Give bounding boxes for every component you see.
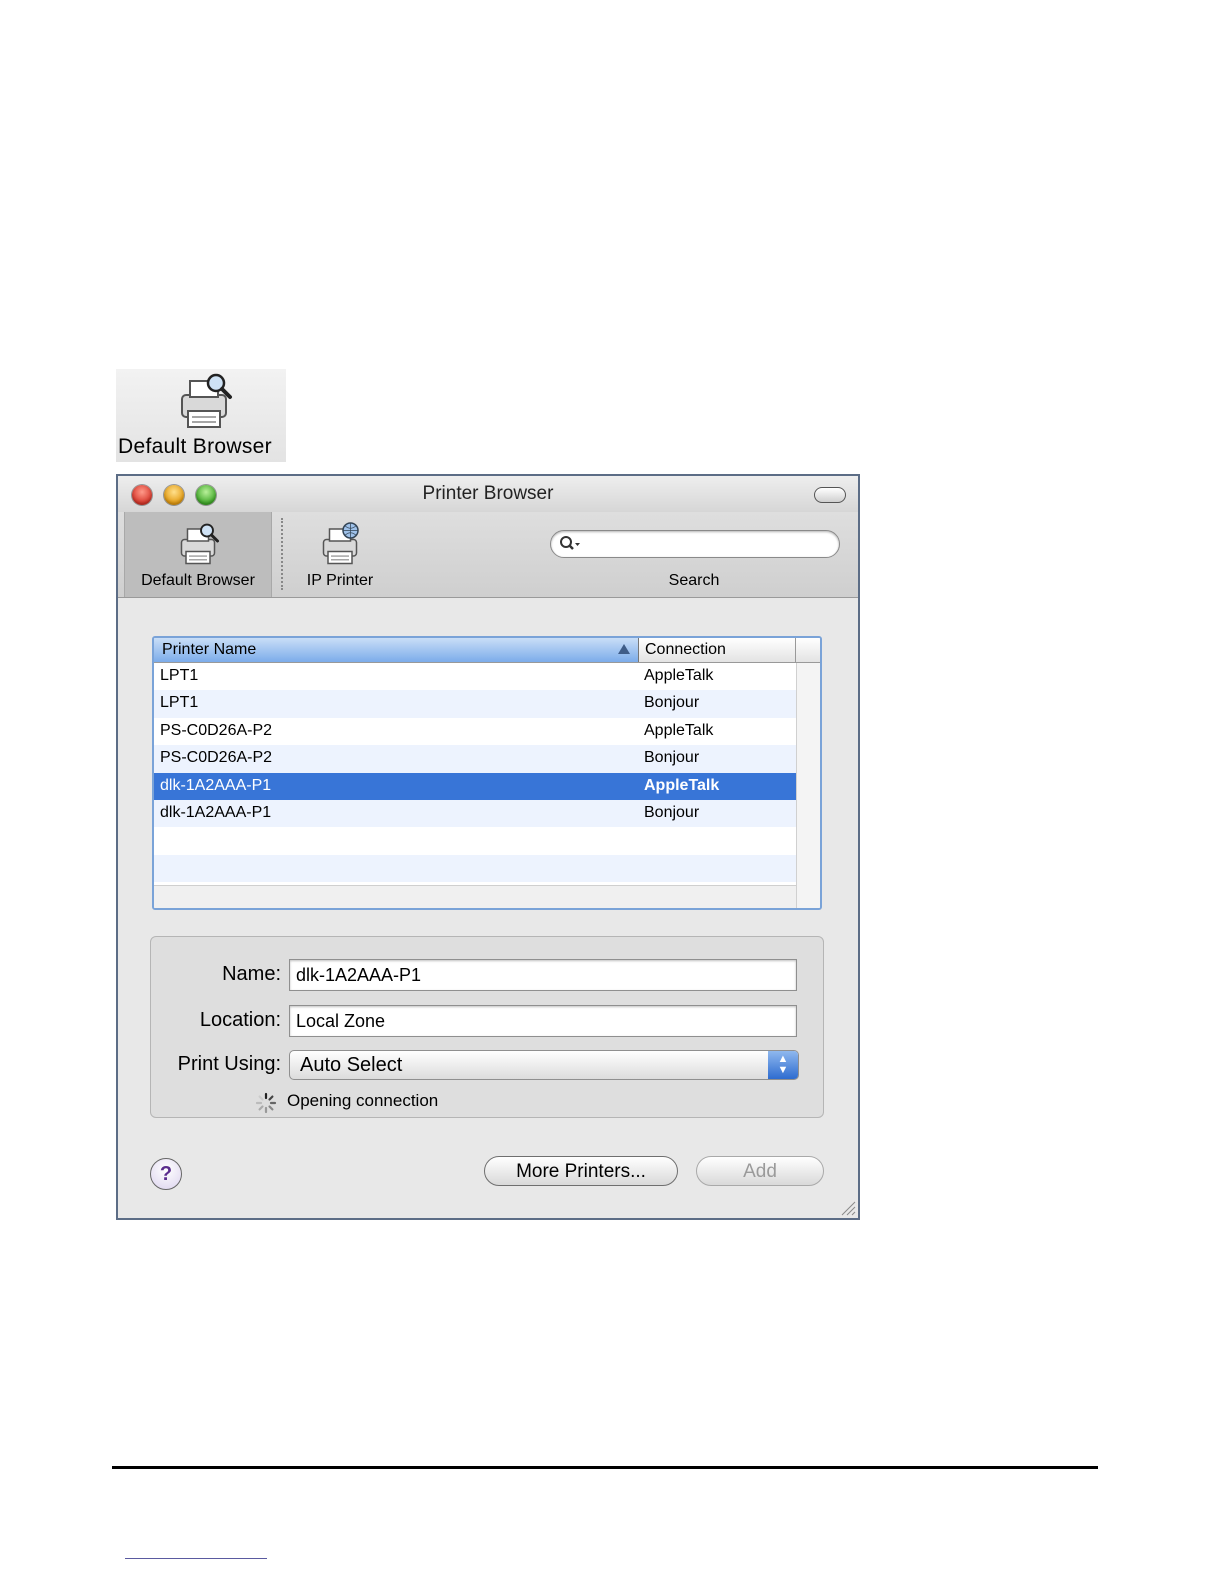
table-row[interactable]: PS-C0D26A-P2 Bonjour	[154, 745, 796, 773]
connection-cell: AppleTalk	[644, 721, 714, 739]
print-using-select[interactable]: Auto Select ▲ ▼	[289, 1050, 799, 1080]
table-row-selected[interactable]: dlk-1A2AAA-P1 AppleTalk	[154, 772, 796, 800]
resize-grip-icon[interactable]	[838, 1198, 856, 1216]
printer-table: Printer Name Connection LPT1 AppleTalk L…	[152, 636, 822, 910]
default-browser-snippet: Default Browser	[116, 369, 286, 462]
window-title: Printer Browser	[422, 483, 554, 504]
printer-magnifier-icon	[181, 373, 232, 428]
printer-name-cell: LPT1	[160, 694, 199, 712]
printer-name-cell: PS-C0D26A-P2	[160, 749, 273, 767]
sort-ascending-icon	[618, 644, 630, 654]
column-header-printer-name[interactable]: Printer Name	[154, 638, 639, 662]
location-label: Location:	[199, 1009, 281, 1031]
column-header-label: Printer Name	[162, 641, 257, 658]
table-row[interactable]: dlk-1A2AAA-P1 Bonjour	[154, 799, 796, 828]
search-label: Search	[668, 572, 720, 589]
printer-name-cell: dlk-1A2AAA-P1	[160, 776, 272, 794]
spinner-icon	[255, 1092, 277, 1114]
printer-globe-icon	[322, 522, 359, 565]
default-browser-tab[interactable]: Default Browser	[124, 512, 272, 597]
column-header-connection[interactable]: Connection	[639, 638, 796, 662]
ip-printer-label: IP Printer	[306, 572, 374, 589]
search-input[interactable]	[550, 530, 840, 558]
column-header-filler	[796, 638, 820, 662]
snippet-label: Default Browser	[118, 435, 272, 458]
footnote-rule	[125, 1558, 267, 1559]
name-field-value: dlk-1A2AAA-P1	[296, 965, 422, 985]
name-field[interactable]: dlk-1A2AAA-P1	[289, 959, 797, 991]
toolbar: Default Browser IP Printer Search	[118, 512, 858, 598]
connection-cell: Bonjour	[644, 803, 700, 821]
table-row[interactable]: LPT1 Bonjour	[154, 690, 796, 718]
printer-details-group: Name: dlk-1A2AAA-P1 Location: Local Zone…	[150, 936, 824, 1118]
connection-cell: Bonjour	[644, 749, 700, 767]
connection-cell: AppleTalk	[644, 776, 720, 794]
more-printers-button[interactable]: More Printers...	[484, 1156, 678, 1186]
empty-row	[154, 827, 796, 855]
printer-name-cell: LPT1	[160, 667, 199, 684]
title-bar[interactable]: Printer Browser	[118, 476, 858, 512]
print-using-label: Print Using:	[177, 1053, 281, 1075]
table-body: LPT1 AppleTalk LPT1 Bonjour PS-C0D26A-P2…	[154, 663, 796, 883]
connection-cell: AppleTalk	[644, 667, 714, 684]
page-divider	[112, 1466, 1098, 1469]
search-icon	[560, 536, 580, 550]
printer-name-cell: dlk-1A2AAA-P1	[160, 803, 272, 821]
location-field[interactable]: Local Zone	[289, 1005, 797, 1037]
help-button[interactable]: ?	[150, 1158, 182, 1190]
toolbar-separator	[281, 518, 283, 590]
toolbar-toggle-button[interactable]	[814, 487, 846, 503]
horizontal-scrollbar[interactable]	[154, 885, 796, 908]
printer-browser-window: Printer Browser Default Browser IP Print…	[116, 474, 860, 1220]
vertical-scrollbar[interactable]	[796, 663, 820, 908]
column-header-label: Connection	[645, 641, 726, 658]
printer-name-cell: PS-C0D26A-P2	[160, 721, 273, 739]
location-field-value: Local Zone	[296, 1011, 386, 1031]
add-button[interactable]: Add	[696, 1156, 824, 1186]
default-browser-label: Default Browser	[141, 572, 255, 589]
table-row[interactable]: LPT1 AppleTalk	[154, 663, 796, 691]
connection-cell: Bonjour	[644, 694, 700, 712]
table-header: Printer Name Connection	[154, 638, 820, 663]
empty-row	[154, 854, 796, 883]
select-arrows-icon: ▲ ▼	[768, 1051, 798, 1079]
name-label: Name:	[222, 963, 281, 985]
print-using-value: Auto Select	[300, 1054, 403, 1076]
status-text: Opening connection	[287, 1091, 439, 1110]
ip-printer-tab[interactable]: IP Printer	[290, 512, 390, 597]
table-row[interactable]: PS-C0D26A-P2 AppleTalk	[154, 717, 796, 746]
printer-magnifier-icon	[180, 523, 219, 565]
